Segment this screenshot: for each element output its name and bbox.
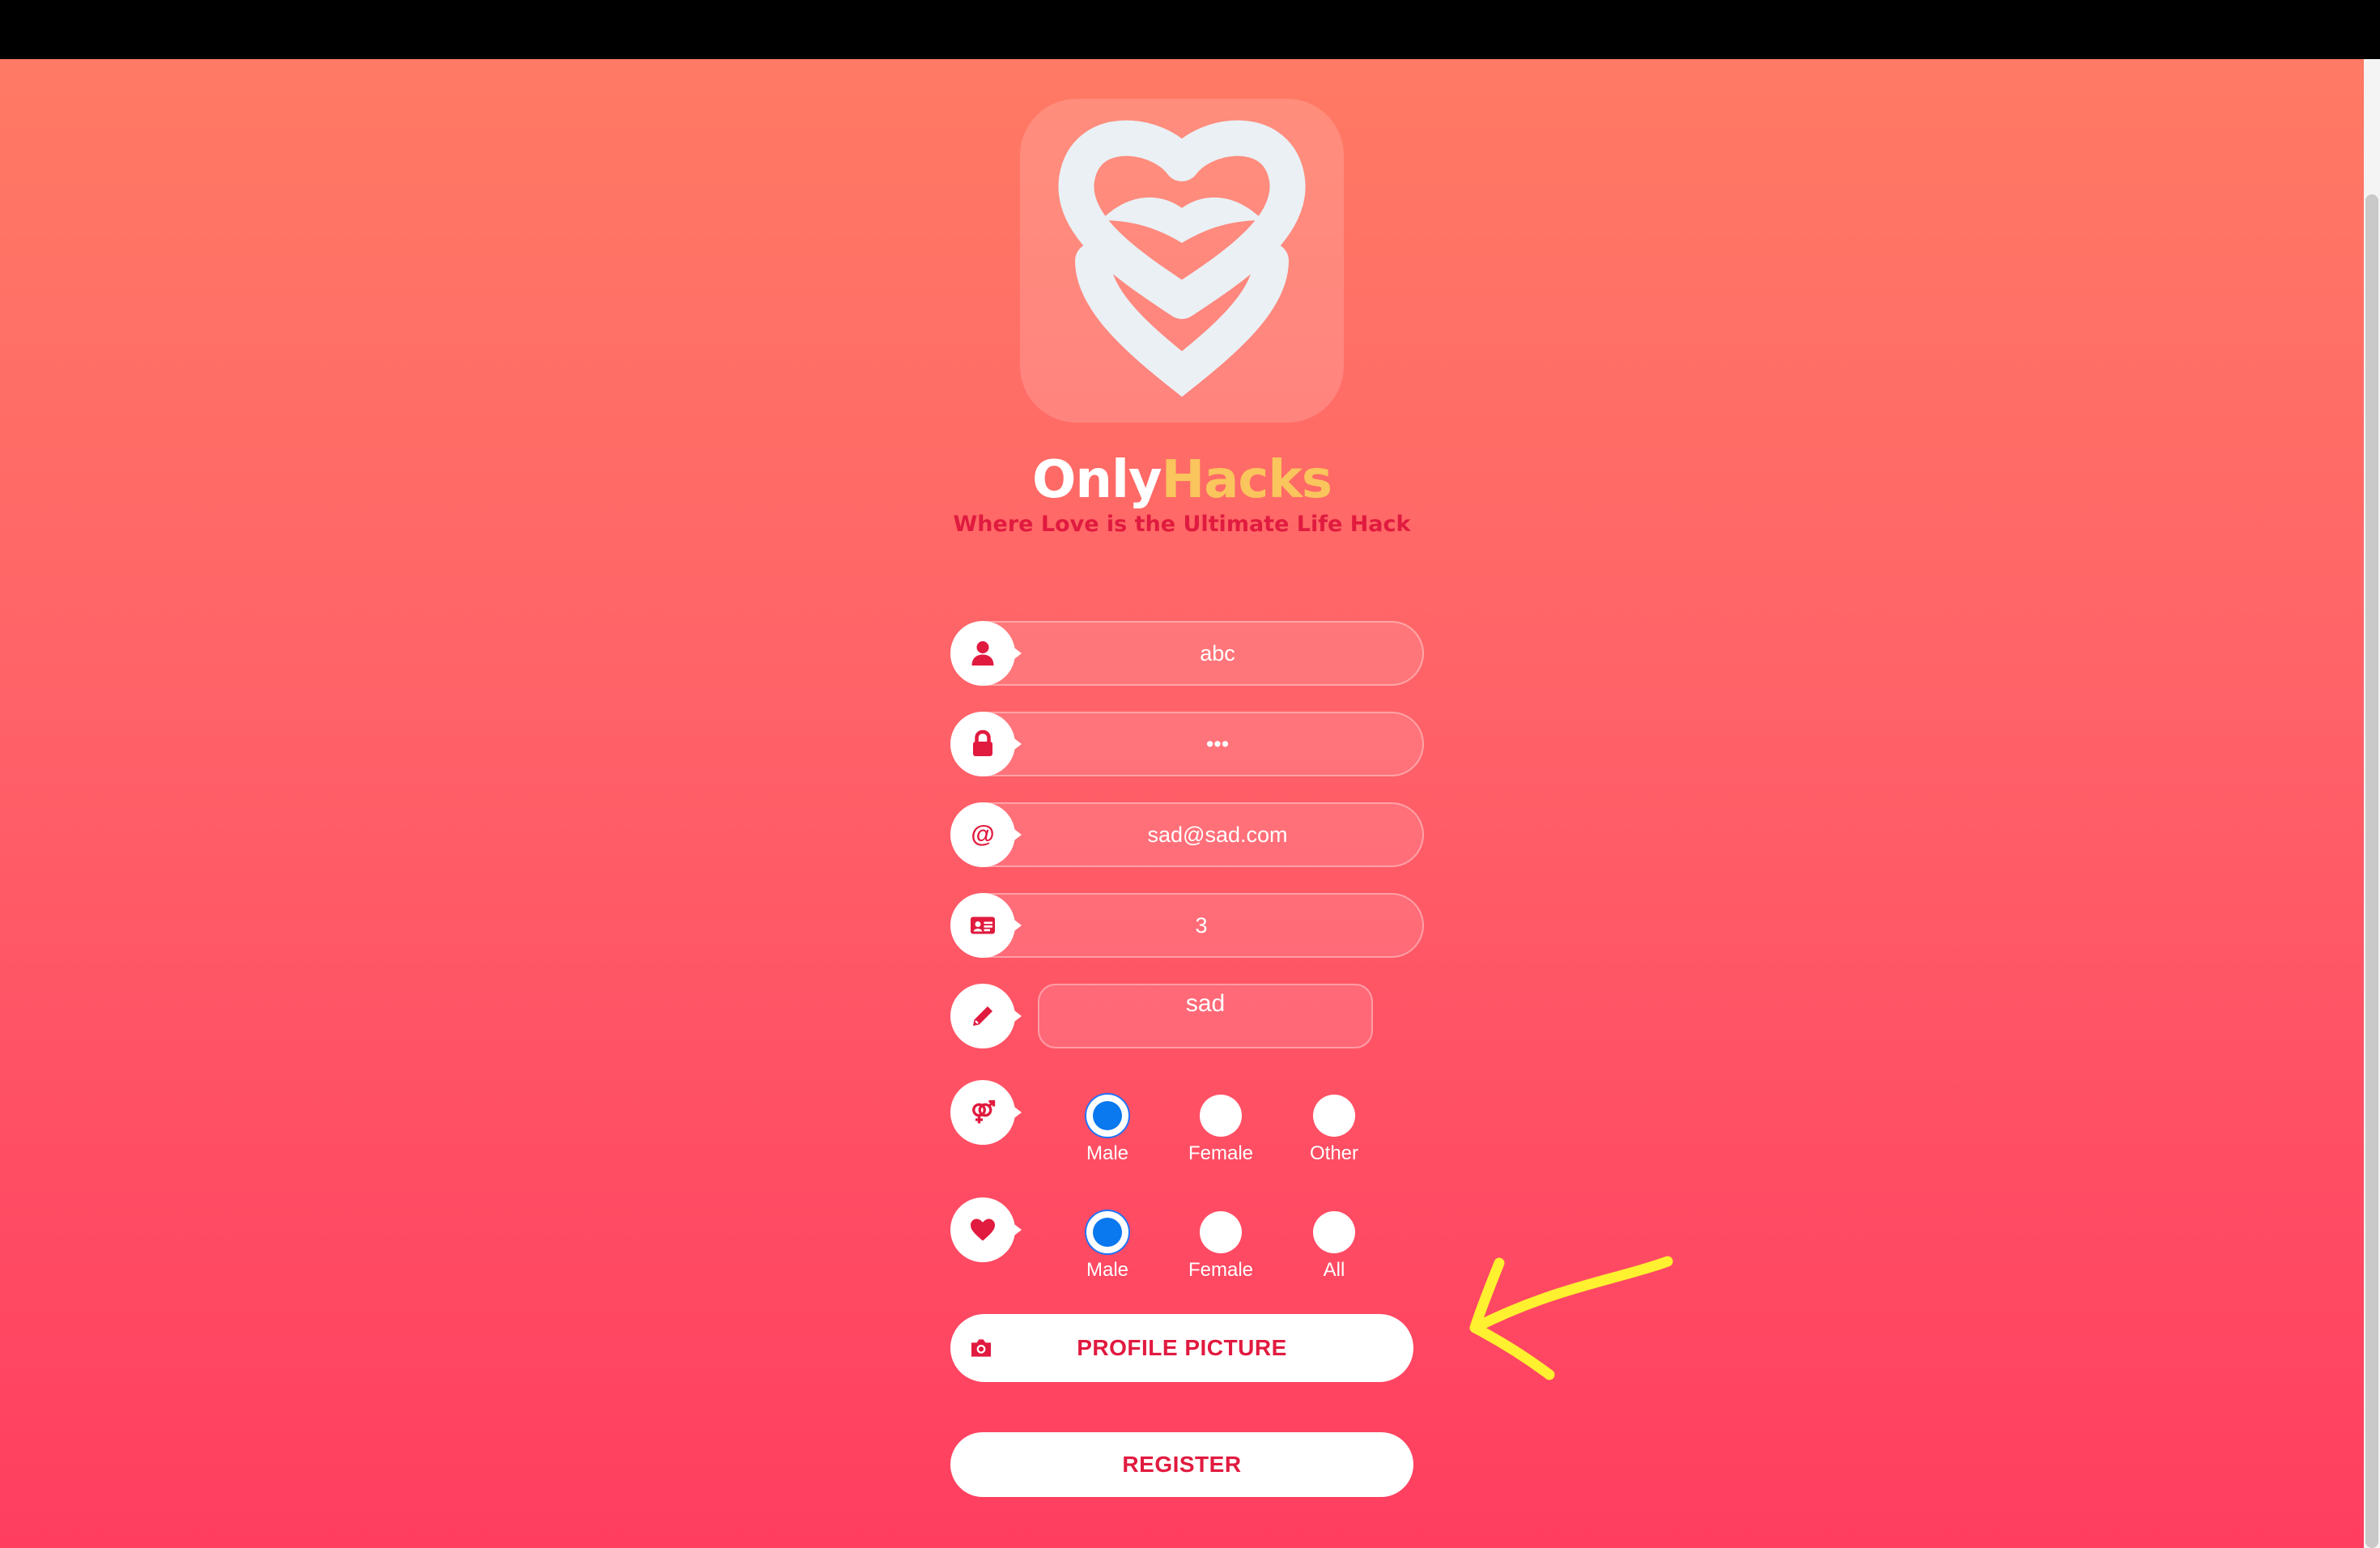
gender-radio-group: Male Female Other (1052, 1095, 1360, 1176)
interest-option-male[interactable]: Male (1052, 1211, 1166, 1292)
gender-option-female[interactable]: Female (1166, 1095, 1279, 1176)
gender-radio-male[interactable] (1086, 1095, 1128, 1137)
password-row: ••• (950, 712, 1424, 776)
interest-label-female: Female (1188, 1259, 1254, 1281)
interest-option-all[interactable]: All (1279, 1211, 1392, 1292)
password-value: ••• (1205, 732, 1230, 756)
bio-value: sad (1185, 990, 1226, 1017)
username-row: abc (950, 621, 1424, 686)
interest-radio-female[interactable] (1200, 1211, 1242, 1253)
age-tag (950, 893, 1022, 958)
at-sign-icon: @ (971, 821, 995, 848)
app-tagline: Where Love is the Ultimate Life Hack (953, 512, 1411, 537)
gender-label-male: Male (1086, 1142, 1129, 1164)
age-row: 3 (950, 893, 1424, 958)
app-title: OnlyHacks (939, 444, 1425, 517)
username-tag (950, 621, 1022, 686)
interest-radio-all[interactable] (1313, 1211, 1355, 1253)
register-label: REGISTER (1122, 1452, 1242, 1477)
gender-icon (972, 1099, 996, 1124)
lock-icon (973, 729, 992, 756)
profile-picture-label: PROFILE PICTURE (1077, 1335, 1287, 1360)
scrollbar-thumb[interactable] (2365, 194, 2378, 1548)
gender-tag (950, 1080, 1022, 1145)
gender-radio-other[interactable] (1313, 1095, 1355, 1137)
interest-option-female[interactable]: Female (1166, 1211, 1279, 1292)
heart-logo-icon (1058, 120, 1306, 398)
email-row: sad@sad.com @ (950, 802, 1424, 867)
gender-label-other: Other (1309, 1142, 1359, 1164)
app-title-part2: Hacks (1161, 450, 1332, 510)
gender-radio-female[interactable] (1200, 1095, 1242, 1137)
gender-label-female: Female (1188, 1142, 1254, 1164)
interest-label-male: Male (1086, 1259, 1129, 1281)
interest-radio-group: Male Female All (1052, 1211, 1360, 1292)
interest-tag (950, 1197, 1022, 1262)
profile-picture-button[interactable]: PROFILE PICTURE (950, 1314, 1413, 1382)
gender-option-other[interactable]: Other (1279, 1095, 1392, 1176)
user-icon (971, 641, 994, 666)
pencil-icon (973, 1006, 992, 1026)
gender-option-male[interactable]: Male (1052, 1095, 1166, 1176)
email-value: sad@sad.com (1147, 823, 1288, 847)
heart-icon (971, 1218, 995, 1241)
browser-top-bar (0, 0, 2380, 59)
register-button[interactable]: REGISTER (950, 1432, 1413, 1497)
camera-icon (971, 1339, 991, 1357)
interest-radio-male[interactable] (1086, 1211, 1128, 1253)
annotation-arrow-icon (1469, 1256, 1673, 1380)
username-value: abc (1200, 641, 1235, 666)
interest-label-all: All (1323, 1259, 1345, 1281)
app-logo (1020, 99, 1344, 423)
id-card-icon (971, 916, 995, 934)
app-title-part1: Only (1032, 450, 1162, 510)
email-tag: @ (950, 802, 1022, 867)
bio-tag (950, 984, 1022, 1048)
age-value: 3 (1195, 913, 1208, 938)
password-tag (950, 712, 1022, 776)
